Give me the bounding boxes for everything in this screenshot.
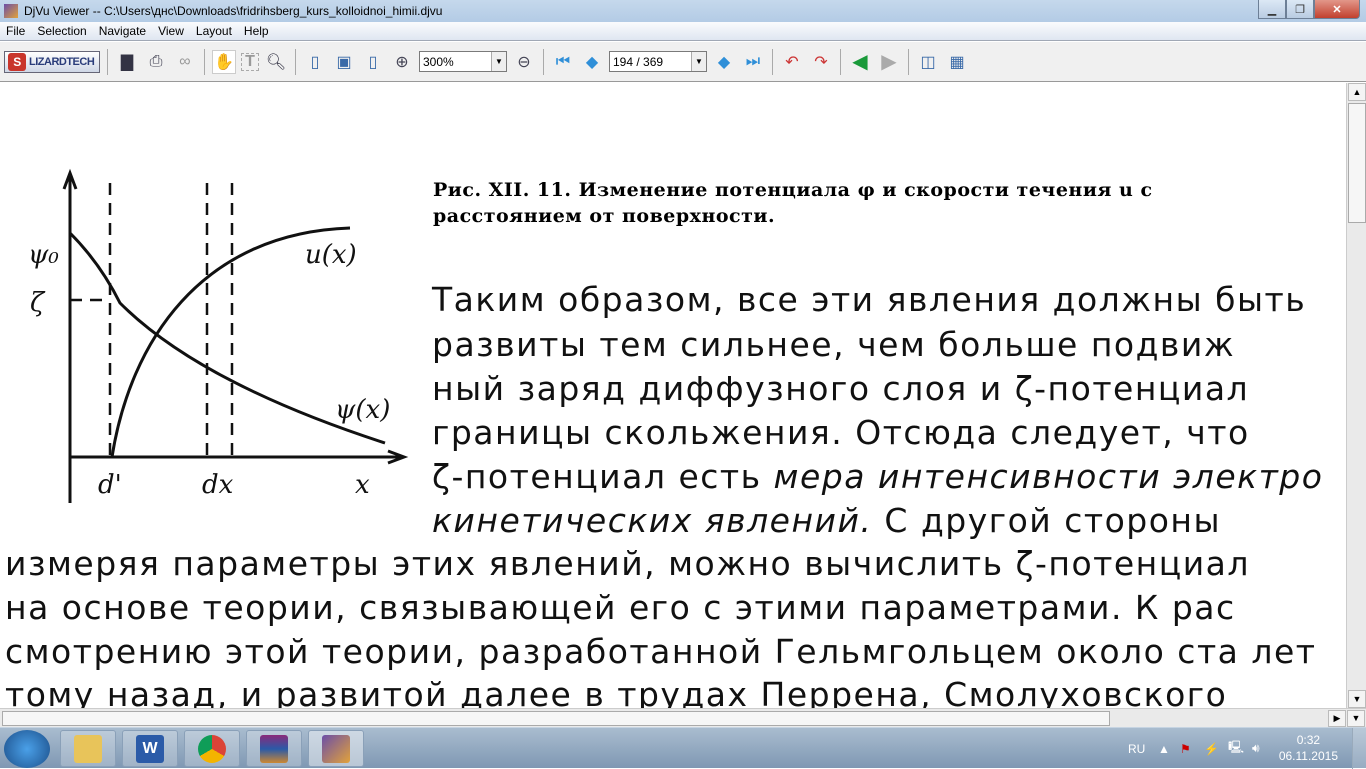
text-line: развиты тем сильнее, чем больше подвиж (432, 325, 1236, 364)
network-icon[interactable]: 🖳 (1228, 728, 1244, 769)
folder-icon (74, 734, 102, 763)
show-hidden-icons[interactable]: ▲ (1158, 728, 1170, 769)
scroll-right-icon[interactable]: ▶ (1328, 710, 1346, 727)
taskbar-winrar[interactable] (246, 730, 302, 767)
text-line: кинетических явлений. С другой стороны (432, 501, 1222, 540)
action-center-icon[interactable]: ⚑ (1180, 728, 1191, 769)
figure-caption-line: расстоянием от поверхности. (433, 205, 776, 227)
language-indicator[interactable]: RU (1128, 728, 1145, 769)
psi0-label: ψ₀ (28, 240, 59, 270)
taskbar-explorer[interactable] (60, 730, 116, 767)
horizontal-scroll-thumb[interactable] (2, 711, 1110, 726)
logo-text: LIZARDTECH (29, 55, 95, 68)
text-line: смотрению этой теории, разработанной Гел… (5, 632, 1317, 671)
start-button[interactable] (4, 730, 50, 768)
scroll-up-icon[interactable]: ▲ (1348, 83, 1366, 101)
zoom-select-icon[interactable]: 🔍︎ (264, 50, 288, 74)
horizontal-scrollbar[interactable]: ▶ ▼ (0, 708, 1366, 727)
text-line: на основе теории, связывающей его с этим… (5, 588, 1236, 627)
menu-bar: File Selection Navigate View Layout Help (0, 22, 1366, 41)
first-page-icon[interactable]: ⏮ (551, 50, 575, 74)
find-icon[interactable]: ∞ (173, 50, 197, 74)
scroll-down-icon[interactable]: ▼ (1348, 690, 1366, 708)
winrar-icon (260, 734, 288, 763)
time: 0:32 (1296, 733, 1321, 747)
close-button[interactable]: ✕ (1314, 0, 1360, 19)
text-line: ный заряд диффузного слоя и ζ-потенциал (432, 369, 1250, 408)
djvu-icon (322, 734, 350, 763)
actual-size-icon[interactable]: ▯ (303, 50, 327, 74)
dx-label: dx (202, 470, 234, 500)
page-value: 194 / 369 (613, 54, 664, 69)
fit-width-icon[interactable]: ▯ (361, 50, 385, 74)
menu-view[interactable]: View (152, 24, 190, 38)
menu-navigate[interactable]: Navigate (93, 24, 152, 38)
word-icon: W (136, 734, 164, 763)
text-line: границы скольжения. Отсюда следует, что (432, 413, 1250, 452)
menu-selection[interactable]: Selection (31, 24, 92, 38)
vertical-scroll-thumb[interactable] (1348, 103, 1366, 223)
text-line: Таким образом, все эти явления должны бы… (432, 280, 1307, 319)
volume-icon[interactable]: 🔊︎ (1252, 728, 1260, 769)
restore-button[interactable]: ❐ (1286, 0, 1314, 19)
text-select-icon[interactable]: T (241, 52, 259, 71)
text-line: ζ-потенциал есть мера интенсивности элек… (432, 457, 1324, 496)
chevron-down-icon: ▼ (691, 52, 706, 71)
zoom-value: 300% (423, 54, 454, 69)
chrome-icon (198, 734, 226, 763)
print-icon[interactable]: ⎙ (144, 50, 168, 74)
clock[interactable]: 0:32 06.11.2015 (1279, 732, 1338, 764)
next-page-icon[interactable]: ◆ (712, 50, 736, 74)
taskbar-chrome[interactable] (184, 730, 240, 767)
two-page-layout-icon[interactable]: ◫ (916, 50, 940, 74)
text-line: измеряя параметры этих явлений, можно вы… (5, 544, 1250, 583)
figure-caption-line: Рис. XII. 11. Изменение потенциала φ и с… (433, 179, 1153, 201)
d-label: d' (98, 470, 122, 500)
forward-icon[interactable]: ▶ (877, 50, 901, 74)
taskbar-word[interactable]: W (122, 730, 178, 767)
back-icon[interactable]: ◀ (848, 50, 872, 74)
ux-label: u(x) (305, 240, 357, 270)
menu-layout[interactable]: Layout (190, 24, 238, 38)
toolbar: S LIZARDTECH ▇ ⎙ ∞ ✋ T 🔍︎ ▯ ▣ ▯ ⊕ 300% ▼ ⊖… (0, 42, 1366, 82)
rotate-left-icon[interactable]: ↶ (780, 50, 804, 74)
scroll-down-icon[interactable]: ▼ (1347, 710, 1365, 727)
taskbar: W RU ▲ ⚑ ⚡ 🖳 🔊︎ 0:32 06.11.2015 (0, 727, 1366, 769)
title-bar: DjVu Viewer -- C:\Users\днс\Downloads\fr… (0, 0, 1366, 22)
x-label: x (355, 470, 370, 500)
zeta-label: ζ (30, 288, 46, 318)
power-icon[interactable]: ⚡ (1204, 728, 1219, 769)
vertical-scrollbar[interactable]: ▲ ▼ (1346, 83, 1366, 708)
show-desktop-button[interactable] (1352, 728, 1366, 769)
previous-page-icon[interactable]: ◆ (580, 50, 604, 74)
taskbar-djvu[interactable] (308, 730, 364, 767)
figure: ψ₀ ζ u(x) ψ(x) d' dx x (28, 168, 409, 503)
hand-tool-icon[interactable]: ✋ (212, 49, 236, 74)
text-line: тому назад, и развитой далее в трудах Пе… (5, 675, 1228, 708)
psix-label: ψ(x) (335, 395, 390, 425)
zoom-in-icon[interactable]: ⊕ (390, 50, 414, 74)
save-icon[interactable]: ▇ (115, 50, 139, 74)
menu-file[interactable]: File (0, 24, 31, 38)
fit-page-icon[interactable]: ▣ (332, 50, 356, 74)
rotate-right-icon[interactable]: ↷ (809, 50, 833, 74)
zoom-select[interactable]: 300% ▼ (419, 51, 507, 72)
zoom-out-icon[interactable]: ⊖ (512, 50, 536, 74)
date: 06.11.2015 (1278, 749, 1338, 763)
menu-help[interactable]: Help (238, 24, 275, 38)
window-title: DjVu Viewer -- C:\Users\днс\Downloads\fr… (24, 4, 443, 18)
document-view[interactable]: ψ₀ ζ u(x) ψ(x) d' dx x Рис. XII. 11. Изм… (0, 83, 1346, 708)
lizardtech-logo[interactable]: S LIZARDTECH (4, 50, 100, 73)
thumbnails-icon[interactable]: ▦ (945, 50, 969, 74)
app-icon (4, 4, 18, 18)
page-select[interactable]: 194 / 369 ▼ (609, 51, 707, 72)
chevron-down-icon: ▼ (491, 52, 506, 71)
minimize-button[interactable]: ▁ (1258, 0, 1286, 19)
last-page-icon[interactable]: ⏭ (741, 50, 765, 74)
